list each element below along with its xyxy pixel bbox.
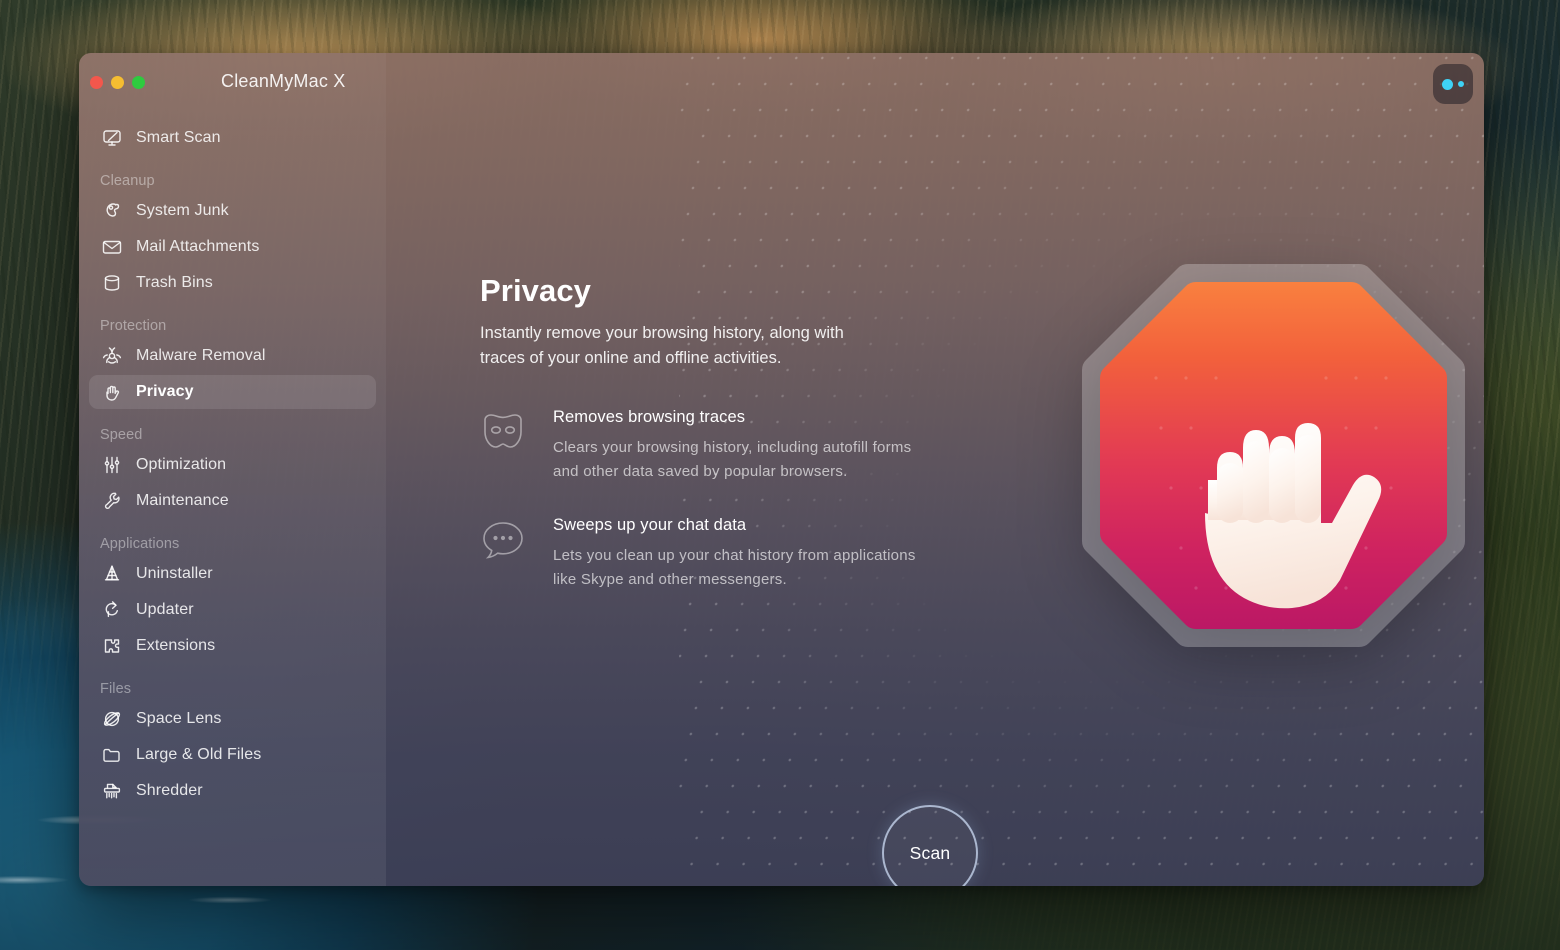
sidebar-group-label-files: Files (100, 681, 132, 697)
broom-icon (100, 199, 124, 223)
refresh-arrow-icon (100, 598, 124, 622)
minimize-button[interactable] (111, 76, 124, 89)
stop-sign-hand-icon (1076, 258, 1471, 653)
biohazard-icon (100, 344, 124, 368)
feature-title: Sweeps up your chat data (553, 516, 747, 534)
sidebar-item-system-junk[interactable]: System Junk (89, 194, 376, 228)
menu-dot-small-icon (1458, 81, 1464, 87)
sidebar: Smart Scan Cleanup System Junk Mail Attachm… (79, 53, 386, 886)
envelope-icon (100, 235, 124, 259)
sidebar-item-trash-bins[interactable]: Trash Bins (89, 266, 376, 300)
sidebar-item-label: Smart Scan (136, 129, 221, 146)
cleanmymac-window: Smart Scan Cleanup System Junk Mail Attachm… (79, 53, 1484, 886)
menu-indicator-button[interactable] (1433, 64, 1473, 104)
sidebar-item-malware-removal[interactable]: Malware Removal (89, 339, 376, 373)
shredder-icon (100, 779, 124, 803)
crane-icon (100, 562, 124, 586)
feature-description: Lets you clean up your chat history from… (553, 547, 916, 588)
chat-bubble-icon (480, 516, 526, 566)
sidebar-item-label: Optimization (136, 456, 227, 473)
sidebar-item-label: Malware Removal (136, 347, 266, 364)
sidebar-item-label: Trash Bins (136, 274, 213, 291)
sidebar-item-label: Mail Attachments (136, 238, 260, 255)
sidebar-item-extensions[interactable]: Extensions (89, 629, 376, 663)
sidebar-group-label-cleanup: Cleanup (100, 173, 155, 189)
sidebar-group-label-speed: Speed (100, 427, 143, 443)
sidebar-item-maintenance[interactable]: Maintenance (89, 484, 376, 518)
sidebar-item-label: Large & Old Files (136, 746, 262, 763)
feature-text: Sweeps up your chat data Lets you clean u… (553, 516, 920, 592)
sidebar-item-large-old-files[interactable]: Large & Old Files (89, 738, 376, 772)
sidebar-item-shredder[interactable]: Shredder (89, 774, 376, 808)
folder-icon (100, 743, 124, 767)
scan-button[interactable]: Scan (882, 805, 978, 886)
wrench-icon (100, 489, 124, 513)
zoom-button[interactable] (132, 76, 145, 89)
sidebar-item-label: Updater (136, 601, 194, 618)
app-title: CleanMyMac X (221, 71, 346, 91)
sidebar-item-privacy[interactable]: Privacy (89, 375, 376, 409)
page-description: Instantly remove your browsing history, … (480, 324, 844, 367)
sidebar-group-label-protection: Protection (100, 318, 167, 334)
feature-title: Removes browsing traces (553, 408, 746, 426)
puzzle-piece-icon (100, 634, 124, 658)
scan-button-label: Scan (909, 842, 951, 863)
close-button[interactable] (90, 76, 103, 89)
sidebar-item-space-lens[interactable]: Space Lens (89, 702, 376, 736)
mask-icon (480, 408, 526, 458)
sidebar-item-label: Maintenance (136, 492, 229, 509)
sidebar-item-uninstaller[interactable]: Uninstaller (89, 557, 376, 591)
sidebar-item-mail-attachments[interactable]: Mail Attachments (89, 230, 376, 264)
sidebar-item-optimization[interactable]: Optimization (89, 448, 376, 482)
sidebar-item-label: Shredder (136, 782, 203, 799)
sliders-icon (100, 453, 124, 477)
feature-list: Removes browsing traces Clears your brows… (480, 408, 920, 624)
screen: Smart Scan Cleanup System Junk Mail Attachm… (0, 0, 1560, 950)
main-panel: Privacy Instantly remove your browsing h… (386, 53, 1484, 886)
sidebar-item-label: Space Lens (136, 710, 222, 727)
monitor-icon (100, 126, 124, 150)
feature-item: Removes browsing traces Clears your brows… (480, 408, 920, 484)
trash-bin-icon (100, 271, 124, 295)
sidebar-group-label-applications: Applications (100, 536, 180, 552)
sidebar-item-label: Uninstaller (136, 565, 213, 582)
sidebar-item-label: System Junk (136, 202, 229, 219)
title-bar: CleanMyMac X (79, 53, 1484, 115)
planet-icon (100, 707, 124, 731)
menu-dot-large-icon (1442, 78, 1453, 90)
traffic-lights (90, 76, 145, 89)
hand-icon (100, 380, 124, 404)
feature-text: Removes browsing traces Clears your brows… (553, 408, 920, 484)
feature-item: Sweeps up your chat data Lets you clean u… (480, 516, 920, 592)
feature-description: Clears your browsing history, including … (553, 439, 912, 480)
sidebar-nav: Smart Scan Cleanup System Junk Mail Attachm… (79, 115, 386, 810)
sidebar-item-updater[interactable]: Updater (89, 593, 376, 627)
page-title: Privacy (480, 273, 592, 308)
sidebar-item-label: Privacy (136, 383, 194, 400)
sidebar-item-smart-scan[interactable]: Smart Scan (89, 121, 376, 155)
sidebar-item-label: Extensions (136, 637, 216, 654)
